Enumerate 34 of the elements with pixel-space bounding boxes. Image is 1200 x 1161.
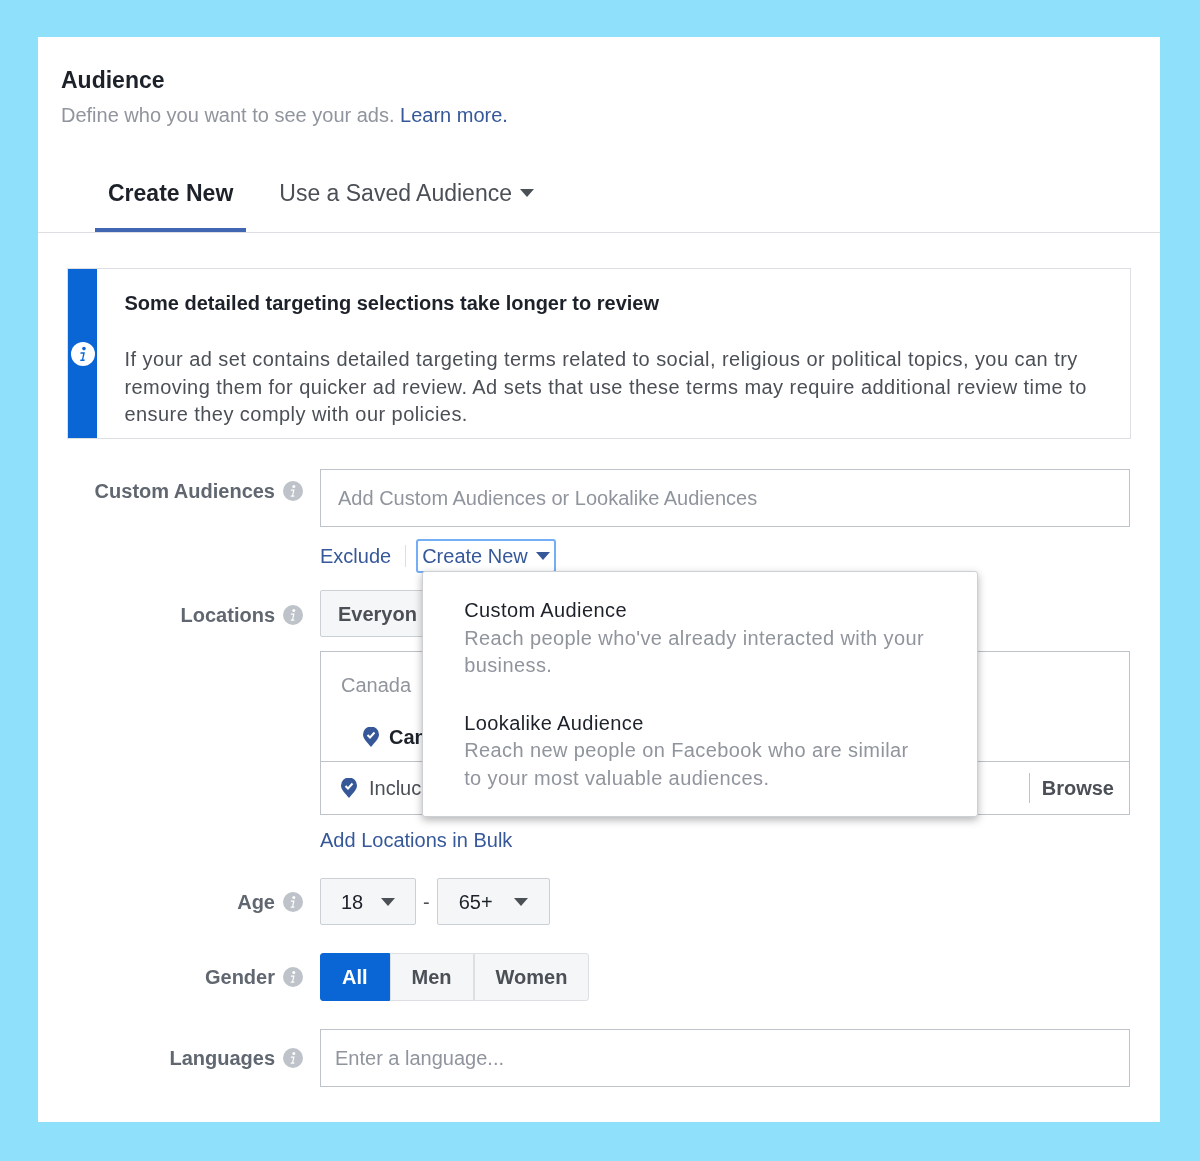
- field-label: Gender: [204, 965, 275, 990]
- info-icon: [283, 1048, 303, 1068]
- field-label: Languages: [169, 1046, 275, 1071]
- section-subtitle: Define who you want to see your ads.: [61, 103, 395, 126]
- include-field[interactable]: Incluc: [369, 773, 422, 803]
- map-pin-icon: [341, 778, 357, 798]
- notice-title: Some detailed targeting selections take longer to review: [124, 291, 660, 316]
- info-icon: [283, 481, 303, 501]
- field-label: Custom Audiences: [94, 479, 275, 504]
- section-title: Audience: [61, 66, 166, 95]
- notice-body: If your ad set contains detailed targeting terms related to social, religious or political topics, you can try removing them for quicker ad review. Ad sets that use these terms may require additional review time to ensure they comply with our policies.: [124, 347, 1088, 427]
- field-label: Locations: [180, 603, 275, 628]
- language-field[interactable]: Enter a language...: [320, 1029, 1130, 1087]
- info-icon: [283, 891, 303, 912]
- age-separator: -: [423, 889, 430, 915]
- age-min-select[interactable]: 18: [320, 878, 416, 925]
- caret-icon: [535, 552, 550, 560]
- tab[interactable]: Use a Saved Audience: [266, 175, 547, 232]
- exclude-link[interactable]: Exclude: [320, 545, 407, 567]
- info-icon: [283, 605, 303, 625]
- bulk-locations-link[interactable]: Add Locations in Bulk: [320, 825, 513, 855]
- info-icon: [283, 967, 303, 987]
- gender-option[interactable]: Women: [473, 953, 590, 1001]
- gender-option[interactable]: Men: [389, 953, 474, 1001]
- map-pin-icon: [363, 727, 379, 747]
- learn-more-link[interactable]: Learn more.: [400, 103, 508, 126]
- gender-option[interactable]: All: [320, 953, 390, 1001]
- tab[interactable]: Create New: [95, 175, 247, 232]
- browse-button[interactable]: Browse: [1028, 773, 1114, 803]
- caret-icon: [513, 897, 528, 906]
- field-label: Age: [237, 889, 275, 915]
- caret-icon: [381, 897, 395, 906]
- menu-item[interactable]: Lookalike Audience Reach new people on Facebook who are similar to your most valuable audiences.: [464, 709, 948, 792]
- age-max-select[interactable]: 65+: [436, 878, 550, 925]
